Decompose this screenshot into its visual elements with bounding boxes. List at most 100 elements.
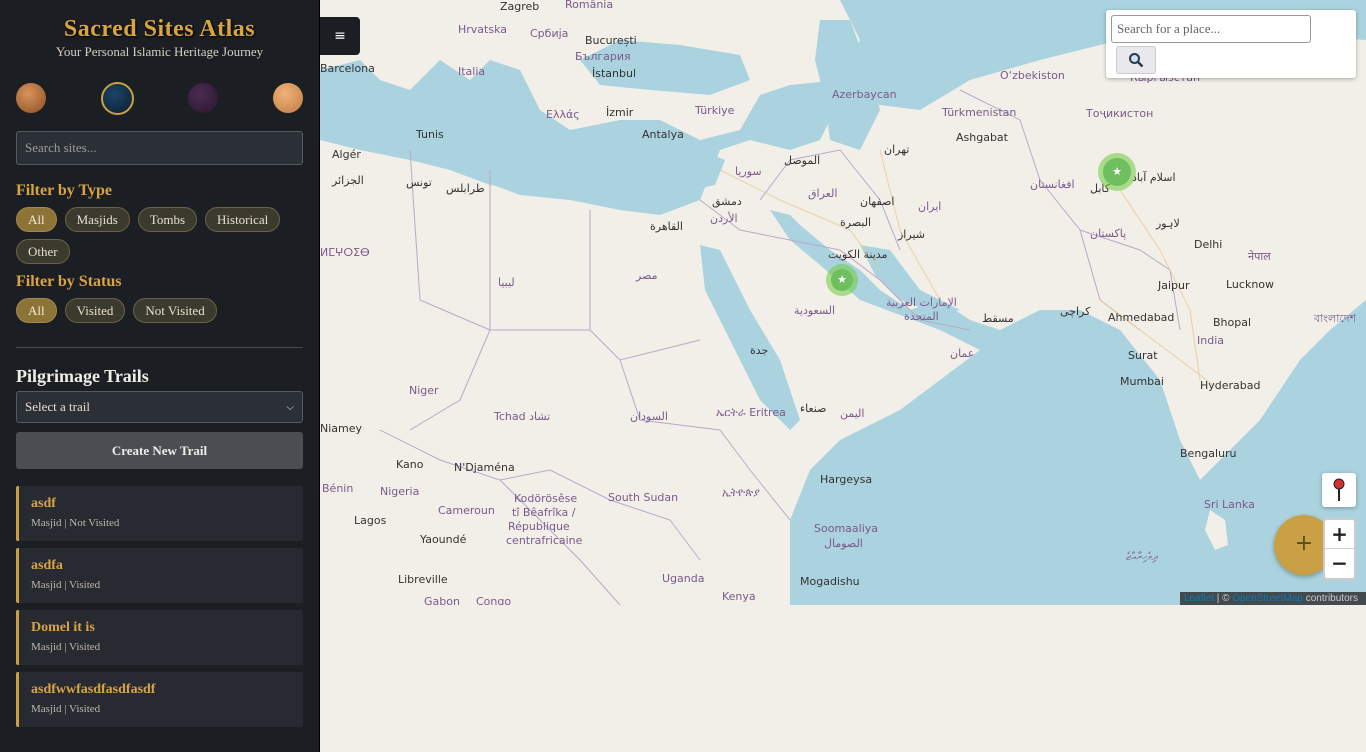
theme-swatch-desert[interactable] xyxy=(16,83,46,113)
map-label: شيراز xyxy=(897,228,925,241)
map-label: Türkmenistan xyxy=(941,106,1016,119)
map-label: ليبيا xyxy=(498,276,515,289)
map-label: България xyxy=(575,50,631,63)
type-chip-other[interactable]: Other xyxy=(16,239,70,264)
theme-swatch-sand[interactable] xyxy=(272,83,303,113)
site-card[interactable]: asdfwwfasdfasdfasdf Masjid | Visited xyxy=(16,672,303,727)
map-label: Sri Lanka xyxy=(1204,498,1255,511)
map-label: اسلام آباد xyxy=(1132,170,1176,184)
map-canvas[interactable]: Zagreb România Hrvatska Србија București… xyxy=(320,0,1366,605)
map-label: Barcelona xyxy=(320,62,375,75)
map-label: ދިވެހިރާއްޖެ xyxy=(1126,550,1158,563)
map-label: Delhi xyxy=(1194,238,1222,251)
map-label: اصفهان xyxy=(860,195,894,208)
map-label: اليمن xyxy=(840,407,864,420)
zoom-control: + − xyxy=(1323,518,1356,580)
map-label: تونس xyxy=(406,176,432,189)
type-chip-masjids[interactable]: Masjids xyxy=(64,207,130,232)
map-label: Mumbai xyxy=(1120,375,1164,388)
site-meta: Masjid | Visited xyxy=(31,641,101,653)
site-meta: Masjid | Visited xyxy=(31,703,101,715)
map-label: বাংলাদেশ xyxy=(1313,312,1357,325)
map-label: tî Bêafrîka / xyxy=(512,506,576,519)
status-chip-all[interactable]: All xyxy=(16,298,57,323)
map-label: مدينة الكويت xyxy=(828,248,888,261)
map-pin-icon xyxy=(1333,478,1345,501)
map-label: România xyxy=(565,0,613,11)
type-chip-tombs[interactable]: Tombs xyxy=(137,207,198,232)
map-label: مصر xyxy=(635,269,658,282)
status-chip-not-visited[interactable]: Not Visited xyxy=(133,298,217,323)
map-label: Hrvatska xyxy=(458,23,507,36)
place-search-input[interactable] xyxy=(1111,15,1311,43)
site-cluster-marker[interactable]: ★ xyxy=(1098,153,1136,191)
map-label: Mogadishu xyxy=(800,575,860,588)
map-label: Surat xyxy=(1128,349,1158,362)
map-label: Jaipur xyxy=(1157,279,1190,292)
map-label: Uganda xyxy=(662,572,704,585)
place-search-button[interactable] xyxy=(1116,46,1156,74)
map-label: جدة xyxy=(750,344,768,357)
type-chip-all[interactable]: All xyxy=(16,207,57,232)
map-label: دمشق xyxy=(712,195,742,209)
map-label: Tunis xyxy=(415,128,444,141)
map-label: Србија xyxy=(530,27,568,40)
app-title: Sacred Sites Atlas xyxy=(63,16,256,42)
site-card[interactable]: Domel it is Masjid | Visited xyxy=(16,610,303,665)
map-label: Ελλάς xyxy=(546,108,580,121)
map-label: Hargeysa xyxy=(820,473,872,486)
osm-link[interactable]: OpenStreetMap xyxy=(1232,593,1303,604)
map-label: البصرة xyxy=(840,216,871,229)
map-label: Bénin xyxy=(322,482,353,495)
filter-status-heading: Filter by Status xyxy=(16,273,122,290)
map-label: South Sudan xyxy=(608,491,678,504)
star-icon: ★ xyxy=(1103,158,1131,186)
map-label: Cameroun xyxy=(438,504,495,517)
theme-swatch-night[interactable] xyxy=(100,82,134,115)
map-label: Kodörösêse xyxy=(514,492,577,505)
sidebar: Sacred Sites Atlas Your Personal Islamic… xyxy=(0,0,320,752)
theme-swatch-mystic[interactable] xyxy=(188,83,219,113)
map-label: नेपाल xyxy=(1248,250,1271,263)
map-label: ⵍⵎⵖⵔⵉⴱ xyxy=(320,246,370,259)
create-trail-button[interactable]: Create New Trail xyxy=(16,432,303,469)
star-icon: ★ xyxy=(831,269,853,291)
map-label: Congo xyxy=(476,595,511,605)
zoom-in-button[interactable]: + xyxy=(1325,520,1354,549)
map-tiles: Zagreb România Hrvatska Србија București… xyxy=(320,0,1366,605)
site-meta: Masjid | Not Visited xyxy=(31,517,120,529)
site-card[interactable]: asdfa Masjid | Visited xyxy=(16,548,303,603)
map-label: Kano xyxy=(396,458,424,471)
type-filter-group: All Masjids Tombs Historical Other xyxy=(0,207,319,264)
attribution-separator: | © xyxy=(1214,593,1233,604)
status-chip-visited[interactable]: Visited xyxy=(64,298,126,323)
map-label: السودان xyxy=(630,410,668,423)
map-label: Gabon xyxy=(424,595,460,605)
site-cluster-marker[interactable]: ★ xyxy=(826,264,858,296)
map-label: Italia xyxy=(458,65,485,78)
map-label: ኢትዮጵያ xyxy=(722,486,760,499)
zoom-out-button[interactable]: − xyxy=(1325,549,1354,578)
search-icon xyxy=(1129,53,1144,68)
site-search-input[interactable] xyxy=(16,131,303,165)
type-chip-historical[interactable]: Historical xyxy=(205,207,281,232)
map-label: Ashgabat xyxy=(956,131,1009,144)
locate-button[interactable] xyxy=(1322,473,1356,507)
menu-toggle-button[interactable]: ≡ xyxy=(320,17,360,55)
map-label: Bengaluru xyxy=(1180,447,1237,460)
site-meta: Masjid | Visited xyxy=(31,579,101,591)
map-label: İstanbul xyxy=(592,67,636,80)
map-label: لاہور xyxy=(1155,217,1180,230)
leaflet-link[interactable]: Leaflet xyxy=(1184,593,1214,604)
attribution-suffix: contributors xyxy=(1302,593,1358,604)
map-label: صنعاء xyxy=(800,402,827,415)
map-label: République xyxy=(508,520,570,533)
map-label: Kenya xyxy=(722,590,756,603)
site-card[interactable]: asdf Masjid | Not Visited xyxy=(16,486,303,541)
map-label: افغانستان xyxy=(1030,178,1075,191)
status-filter-group: All Visited Not Visited xyxy=(0,298,319,323)
trail-select[interactable]: Select a trail ⌵ xyxy=(16,391,303,423)
map-label: ኤርትራ Eritrea xyxy=(716,406,786,419)
map-label: تهران xyxy=(884,143,909,156)
map-label: مسقط xyxy=(982,312,1014,325)
